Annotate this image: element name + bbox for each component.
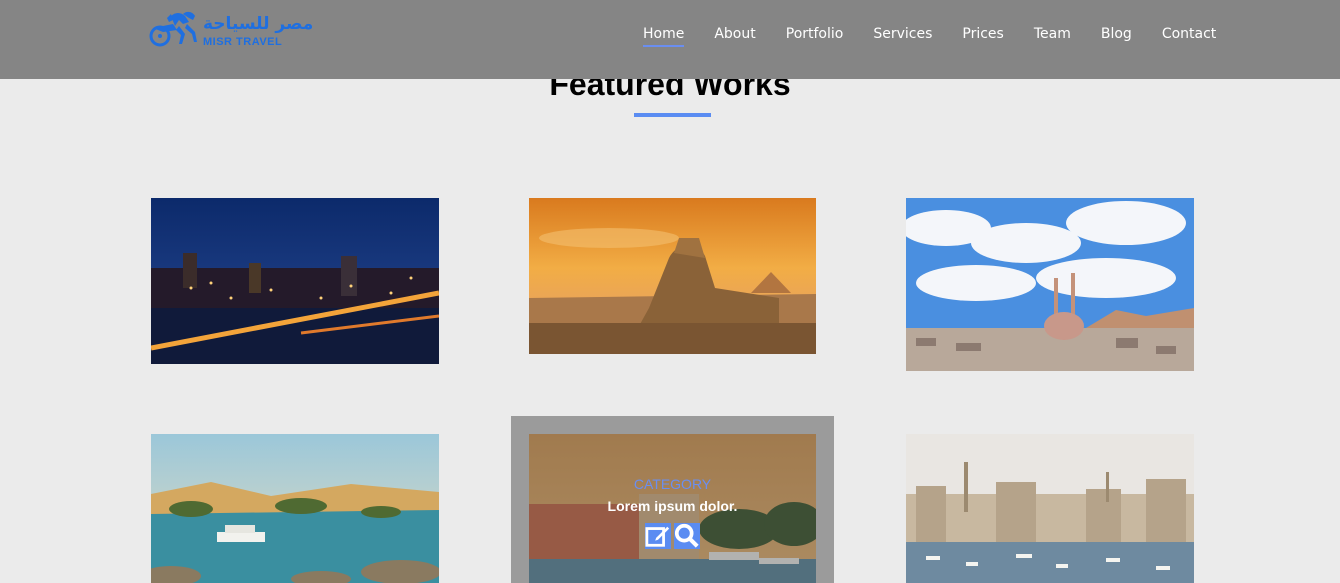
work-item-alexandria[interactable] — [906, 434, 1194, 583]
nav-item-home[interactable]: Home — [628, 24, 699, 47]
brand-latin-name: MISR TRAVEL — [203, 36, 283, 48]
aswan-image — [151, 434, 439, 583]
work-actions — [645, 523, 700, 549]
work-item-mosque[interactable] — [906, 198, 1194, 371]
brand-arabic-name: مصر للسياحة — [203, 14, 314, 34]
work-category: CATEGORY — [633, 476, 712, 492]
work-overlay: CATEGORY Lorem ipsum dolor. — [529, 434, 816, 583]
navbar: مصر للسياحة MISR TRAVEL Home About Portf… — [0, 0, 1340, 79]
work-title: Lorem ipsum dolor. — [607, 498, 738, 514]
nav-item-blog[interactable]: Blog — [1086, 24, 1147, 44]
chariot-logo-icon — [149, 11, 197, 47]
view-button[interactable] — [674, 523, 700, 549]
alexandria-image — [906, 434, 1194, 583]
nav-item-prices[interactable]: Prices — [947, 24, 1018, 44]
nav-item-team[interactable]: Team — [1019, 24, 1086, 44]
sphinx-image — [529, 198, 816, 354]
work-item-aswan[interactable] — [151, 434, 439, 583]
mosque-image — [906, 198, 1194, 371]
main-nav: Home About Portfolio Services Prices Tea… — [628, 24, 1231, 47]
nav-item-about[interactable]: About — [699, 24, 770, 44]
edit-icon — [645, 526, 670, 547]
work-item-sphinx[interactable] — [529, 198, 816, 354]
nav-item-portfolio[interactable]: Portfolio — [771, 24, 859, 44]
cairo-night-image — [151, 198, 439, 364]
work-item-cairo-night[interactable] — [151, 198, 439, 364]
brand-logo[interactable]: مصر للسياحة MISR TRAVEL — [149, 10, 313, 50]
edit-button[interactable] — [645, 523, 671, 549]
nav-item-contact[interactable]: Contact — [1147, 24, 1231, 44]
work-item-harbor-town[interactable]: CATEGORY Lorem ipsum dolor. — [529, 434, 816, 583]
title-underline — [634, 113, 711, 117]
search-icon — [674, 523, 699, 548]
nav-item-services[interactable]: Services — [858, 24, 947, 44]
